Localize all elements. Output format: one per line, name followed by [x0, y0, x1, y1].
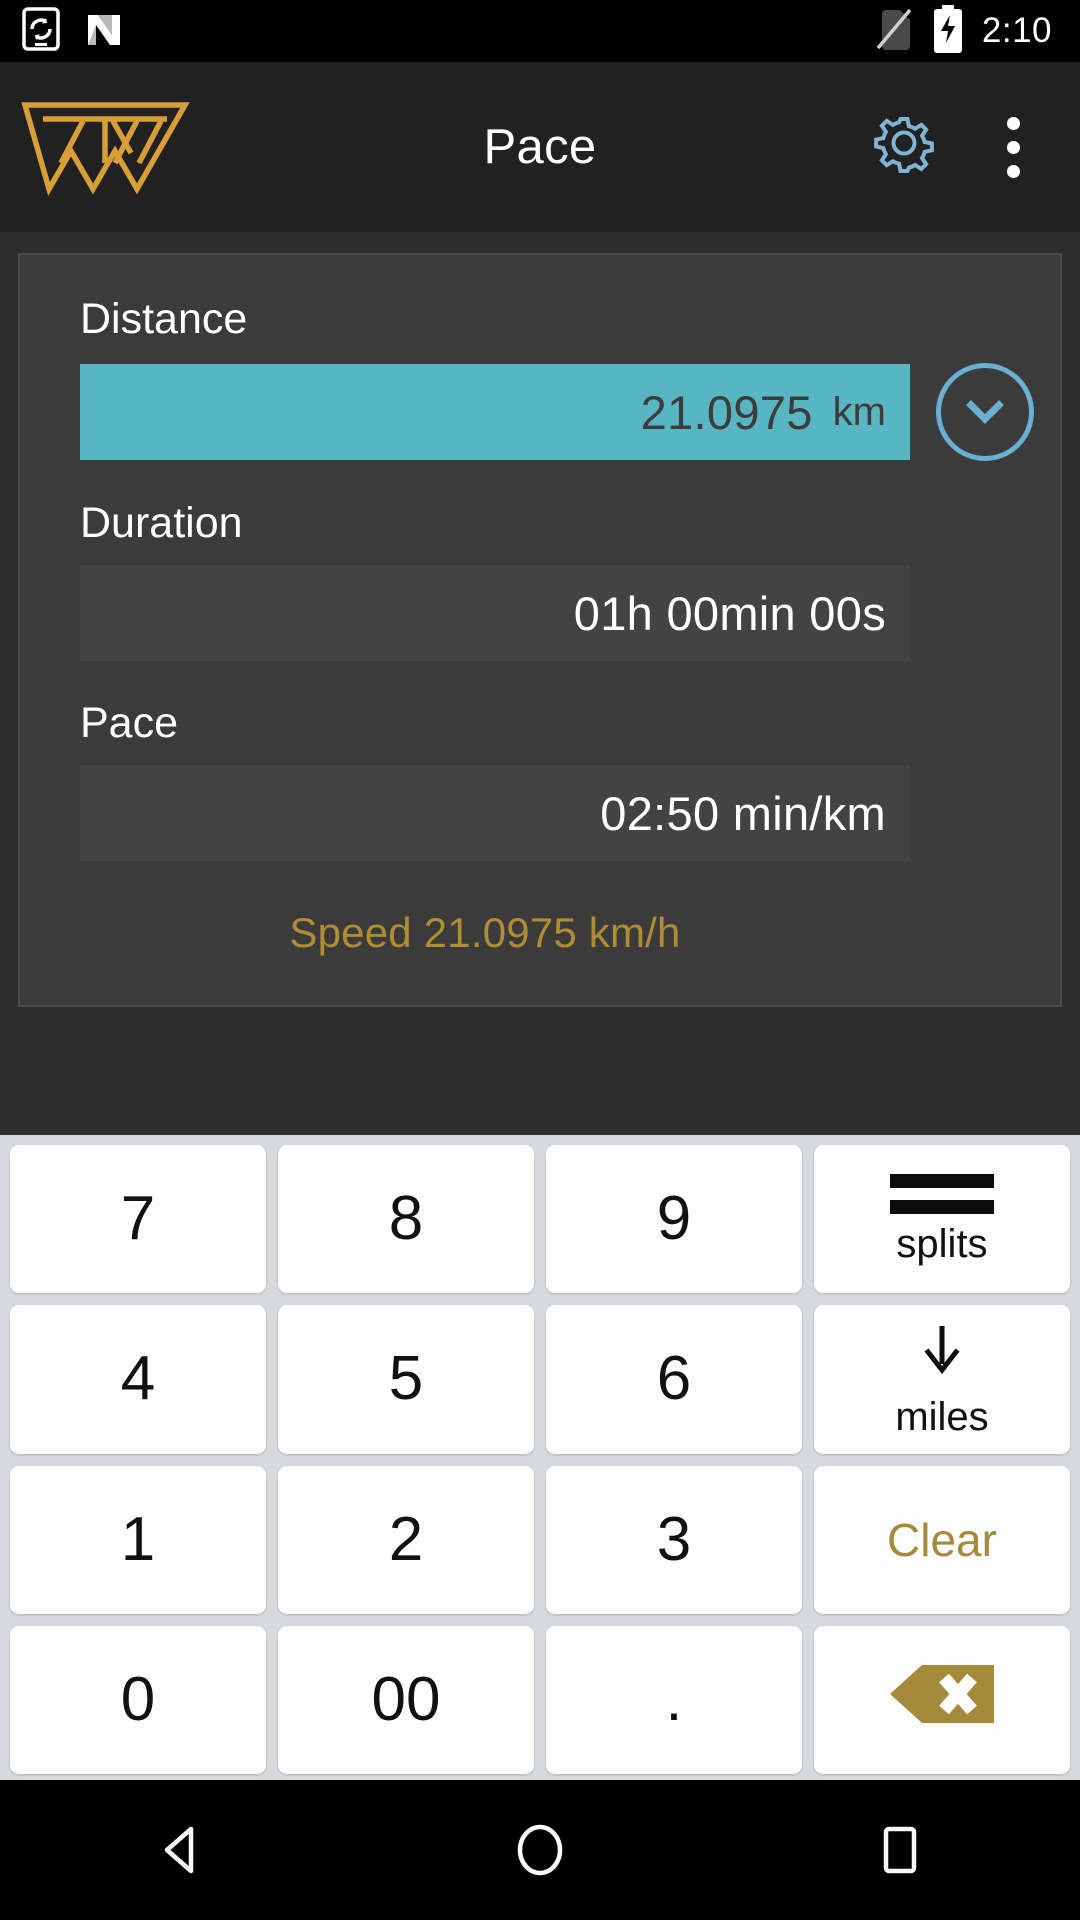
key-4[interactable]: 4: [10, 1305, 266, 1454]
pace-row: 02:50 min/km: [20, 765, 1060, 861]
screen-rotation-sync-icon: [22, 6, 60, 56]
key-clear[interactable]: Clear: [814, 1465, 1070, 1614]
key-1[interactable]: 1: [10, 1465, 266, 1614]
distance-value: 21.0975: [640, 385, 813, 439]
key-double-zero-label: 00: [371, 1664, 441, 1734]
key-decimal[interactable]: .: [546, 1625, 802, 1774]
android-navigation-bar: [0, 1780, 1080, 1920]
key-4-label: 4: [120, 1344, 156, 1414]
key-miles-label: miles: [895, 1394, 989, 1439]
key-double-zero[interactable]: 00: [278, 1625, 534, 1774]
key-3[interactable]: 3: [546, 1465, 802, 1614]
key-2-label: 2: [388, 1504, 424, 1574]
phone-screen: 2:10 Pace Distance 21.0975 km Duration 0…: [0, 0, 1080, 1920]
key-splits[interactable]: splits: [814, 1145, 1070, 1294]
pace-value: 02:50 min/km: [600, 786, 886, 840]
recents-square-icon: [883, 1826, 917, 1874]
duration-input[interactable]: 01h 00min 00s: [80, 565, 910, 661]
key-0[interactable]: 0: [10, 1625, 266, 1774]
battery-charging-icon: [932, 4, 964, 58]
duration-row: 01h 00min 00s: [20, 565, 1060, 661]
back-triangle-icon: [164, 1826, 194, 1874]
app-bar-actions: [867, 107, 1080, 188]
key-9[interactable]: 9: [546, 1145, 802, 1294]
pace-label: Pace: [80, 699, 179, 747]
key-3-label: 3: [656, 1504, 692, 1574]
key-5-label: 5: [388, 1344, 424, 1414]
status-bar-right-icons: 2:10: [874, 4, 1080, 58]
key-8-label: 8: [388, 1184, 424, 1254]
status-bar: 2:10: [0, 0, 1080, 62]
key-6[interactable]: 6: [546, 1305, 802, 1454]
key-miles[interactable]: miles: [814, 1305, 1070, 1454]
distance-input[interactable]: 21.0975 km: [80, 364, 910, 460]
duration-value: 01h 00min 00s: [573, 586, 886, 640]
key-1-label: 1: [120, 1504, 156, 1574]
speed-readout: Speed 21.0975 km/h: [289, 909, 681, 956]
app-bar: Pace: [0, 62, 1080, 232]
key-splits-label: splits: [896, 1222, 988, 1267]
key-clear-label: Clear: [887, 1513, 997, 1566]
key-9-label: 9: [656, 1184, 692, 1254]
key-backspace[interactable]: [814, 1625, 1070, 1774]
equals-bars-icon: [890, 1174, 994, 1215]
distance-unit: km: [832, 389, 886, 434]
nfc-n-icon: [82, 7, 126, 56]
no-sim-icon: [874, 6, 914, 57]
duration-label: Duration: [80, 499, 243, 547]
backspace-icon: [886, 1661, 998, 1738]
overflow-menu-icon[interactable]: [993, 107, 1034, 188]
distance-preset-dropdown-button[interactable]: [910, 363, 1060, 461]
numeric-keypad: 7 8 9 splits 4 5 6 miles 1 2 3 Clear 0 0…: [0, 1135, 1080, 1780]
gear-icon[interactable]: [867, 108, 941, 187]
key-7[interactable]: 7: [10, 1145, 266, 1294]
nav-back-button[interactable]: [90, 1780, 270, 1920]
nav-home-button[interactable]: [450, 1780, 630, 1920]
pace-input[interactable]: 02:50 min/km: [80, 765, 910, 861]
nav-recents-button[interactable]: [810, 1780, 990, 1920]
distance-row: 21.0975 km: [20, 363, 1060, 461]
arrow-down-icon: [919, 1322, 965, 1387]
key-decimal-label: .: [665, 1665, 683, 1733]
status-bar-left-icons: [0, 6, 126, 56]
key-5[interactable]: 5: [278, 1305, 534, 1454]
key-0-label: 0: [120, 1664, 156, 1734]
key-8[interactable]: 8: [278, 1145, 534, 1294]
status-bar-clock: 2:10: [981, 11, 1052, 50]
key-7-label: 7: [120, 1184, 156, 1254]
chevron-down-icon: [936, 363, 1034, 461]
key-2[interactable]: 2: [278, 1465, 534, 1614]
distance-label: Distance: [80, 295, 248, 343]
pace-calculator-card: Distance 21.0975 km Duration 01h 00min 0…: [18, 253, 1062, 1007]
home-circle-icon: [517, 1824, 563, 1876]
key-6-label: 6: [656, 1344, 692, 1414]
